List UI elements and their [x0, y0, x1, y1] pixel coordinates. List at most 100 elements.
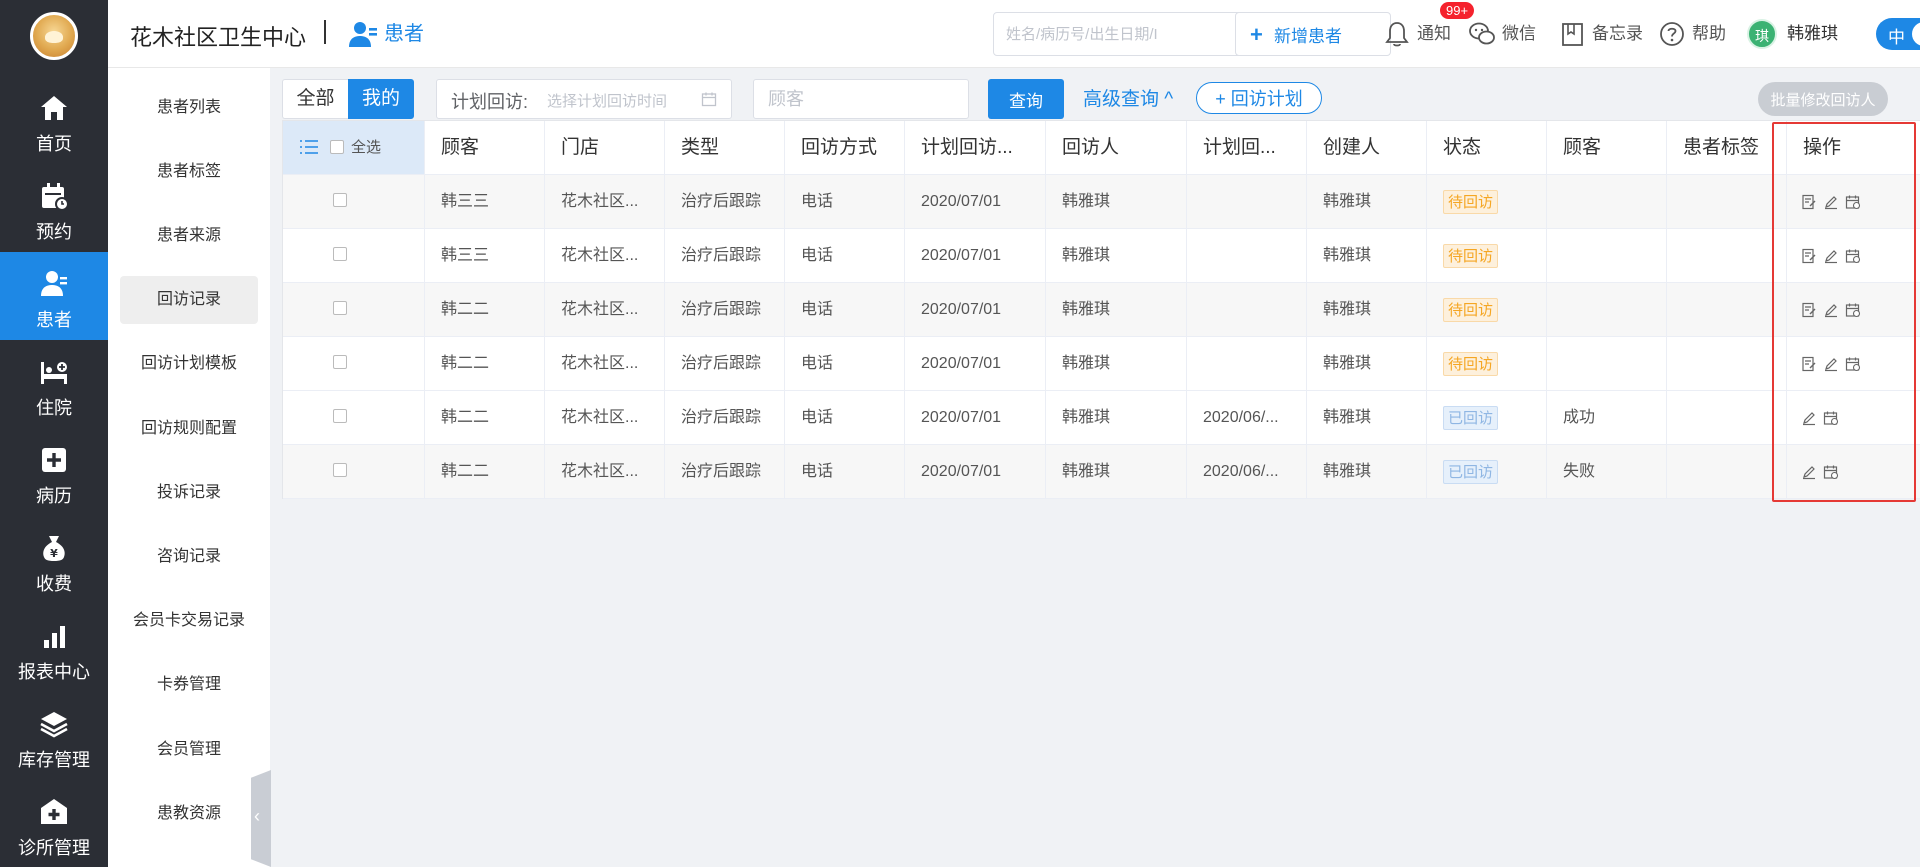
cell-method: 电话: [785, 283, 905, 336]
help-button[interactable]: 帮助: [1658, 18, 1726, 50]
collapse-menu-handle[interactable]: ‹: [251, 770, 271, 867]
cell-store: 花木社区...: [545, 175, 665, 228]
table-row[interactable]: 韩二二 花木社区... 治疗后跟踪 电话 2020/07/01 韩雅琪 韩雅琪 …: [283, 283, 1920, 337]
notification-button[interactable]: 通知: [1383, 18, 1451, 50]
schedule-icon[interactable]: [1845, 194, 1861, 210]
language-toggle[interactable]: 中: [1876, 18, 1920, 50]
column-header[interactable]: 顾客: [425, 121, 545, 174]
table-row[interactable]: 韩二二 花木社区... 治疗后跟踪 电话 2020/07/01 韩雅琪 韩雅琪 …: [283, 337, 1920, 391]
edit-icon[interactable]: [1823, 302, 1839, 318]
cell-type: 治疗后跟踪: [665, 445, 785, 498]
column-header[interactable]: 回访人: [1046, 121, 1187, 174]
plan-date-picker[interactable]: 计划回访: 选择计划回访时间: [436, 79, 732, 119]
add-patient-button[interactable]: + 新增患者: [1235, 12, 1391, 56]
cell-type: 治疗后跟踪: [665, 337, 785, 390]
cell-tags: [1667, 283, 1787, 336]
nav-medical-record[interactable]: 病历: [0, 428, 108, 516]
record-visit-icon[interactable]: [1801, 302, 1817, 318]
memo-label: 备忘录: [1592, 24, 1643, 43]
column-header[interactable]: 创建人: [1307, 121, 1427, 174]
customer-input[interactable]: [753, 79, 969, 119]
table-row[interactable]: 韩二二 花木社区... 治疗后跟踪 电话 2020/07/01 韩雅琪 2020…: [283, 445, 1920, 499]
filter-mine-tab[interactable]: 我的: [348, 79, 414, 119]
cell-tags: [1667, 229, 1787, 282]
notification-label: 通知: [1417, 24, 1451, 43]
submenu-item[interactable]: 患者标签: [120, 148, 258, 196]
column-header[interactable]: 计划回...: [1187, 121, 1307, 174]
cell-status: 已回访: [1427, 391, 1547, 444]
row-checkbox[interactable]: [333, 463, 347, 477]
column-header[interactable]: 患者标签: [1667, 121, 1787, 174]
select-all-checkbox[interactable]: [330, 140, 344, 154]
query-button[interactable]: 查询: [988, 79, 1064, 119]
schedule-icon[interactable]: [1823, 410, 1839, 426]
submenu-item[interactable]: 会员卡交易记录: [120, 597, 258, 645]
submenu-item[interactable]: 回访计划模板: [120, 340, 258, 388]
nav-inpatient[interactable]: 住院: [0, 340, 108, 428]
cell-status: 待回访: [1427, 229, 1547, 282]
help-icon: [1660, 22, 1684, 46]
column-header[interactable]: 门店: [545, 121, 665, 174]
list-icon[interactable]: [299, 139, 319, 155]
edit-icon[interactable]: [1801, 410, 1817, 426]
table-row[interactable]: 韩三三 花木社区... 治疗后跟踪 电话 2020/07/01 韩雅琪 韩雅琪 …: [283, 175, 1920, 229]
add-visit-plan-button[interactable]: + 回访计划: [1196, 82, 1322, 114]
cell-tags: [1667, 445, 1787, 498]
home-icon: [41, 96, 67, 120]
submenu-item[interactable]: 卡券管理: [120, 661, 258, 709]
record-visit-icon[interactable]: [1801, 356, 1817, 372]
record-visit-icon[interactable]: [1801, 194, 1817, 210]
row-checkbox[interactable]: [333, 247, 347, 261]
wechat-button[interactable]: 微信: [1468, 18, 1536, 50]
row-checkbox[interactable]: [333, 355, 347, 369]
nav-clinic-management[interactable]: 诊所管理: [0, 780, 108, 867]
memo-button[interactable]: 备忘录: [1558, 18, 1643, 50]
nav-label-patient: 患者: [36, 310, 72, 330]
edit-icon[interactable]: [1801, 464, 1817, 480]
user-name[interactable]: 韩雅琪: [1787, 18, 1838, 50]
schedule-icon[interactable]: [1845, 248, 1861, 264]
cell-actions: [1787, 229, 1920, 282]
row-checkbox[interactable]: [333, 301, 347, 315]
user-avatar[interactable]: [30, 12, 78, 60]
nav-billing[interactable]: ¥ 收费: [0, 516, 108, 604]
column-header[interactable]: 顾客: [1547, 121, 1667, 174]
row-checkbox[interactable]: [333, 193, 347, 207]
schedule-icon[interactable]: [1845, 302, 1861, 318]
column-header[interactable]: 回访方式: [785, 121, 905, 174]
cell-creator: 韩雅琪: [1307, 337, 1427, 390]
nav-home[interactable]: 首页: [0, 76, 108, 164]
cell-result: 成功: [1547, 391, 1667, 444]
submenu-item-active[interactable]: 回访记录: [120, 276, 258, 324]
user-avatar-small[interactable]: 琪: [1747, 19, 1777, 49]
nav-patient[interactable]: 患者: [0, 252, 108, 340]
submenu-item[interactable]: 患者来源: [120, 212, 258, 260]
submenu-item[interactable]: 患教资源: [120, 790, 258, 838]
edit-icon[interactable]: [1823, 248, 1839, 264]
advanced-query-link[interactable]: 高级查询 ^: [1083, 84, 1173, 111]
table-row[interactable]: 韩二二 花木社区... 治疗后跟踪 电话 2020/07/01 韩雅琪 2020…: [283, 391, 1920, 445]
submenu-item[interactable]: 回访规则配置: [120, 405, 258, 453]
schedule-icon[interactable]: [1845, 356, 1861, 372]
record-visit-icon[interactable]: [1801, 248, 1817, 264]
nav-inventory[interactable]: 库存管理: [0, 692, 108, 780]
breadcrumb-patient[interactable]: 患者: [348, 18, 424, 50]
submenu-item[interactable]: 咨询记录: [120, 533, 258, 581]
visit-records-table: 全选 顾客 门店 类型 回访方式 计划回访... 回访人 计划回... 创建人 …: [282, 120, 1920, 499]
nav-report-center[interactable]: 报表中心: [0, 604, 108, 692]
column-header[interactable]: 状态: [1427, 121, 1547, 174]
filter-all-tab[interactable]: 全部: [282, 79, 348, 119]
column-header[interactable]: 类型: [665, 121, 785, 174]
submenu-item[interactable]: 患者列表: [120, 84, 258, 132]
edit-icon[interactable]: [1823, 194, 1839, 210]
edit-icon[interactable]: [1823, 356, 1839, 372]
column-header[interactable]: 计划回访...: [905, 121, 1046, 174]
schedule-icon[interactable]: [1823, 464, 1839, 480]
submenu-item[interactable]: 会员管理: [120, 726, 258, 774]
batch-edit-visitor-button[interactable]: 批量修改回访人: [1758, 82, 1888, 116]
table-row[interactable]: 韩三三 花木社区... 治疗后跟踪 电话 2020/07/01 韩雅琪 韩雅琪 …: [283, 229, 1920, 283]
row-checkbox[interactable]: [333, 409, 347, 423]
cell-customer: 韩二二: [425, 391, 545, 444]
nav-appointment[interactable]: 预约: [0, 164, 108, 252]
submenu-item[interactable]: 投诉记录: [120, 469, 258, 517]
